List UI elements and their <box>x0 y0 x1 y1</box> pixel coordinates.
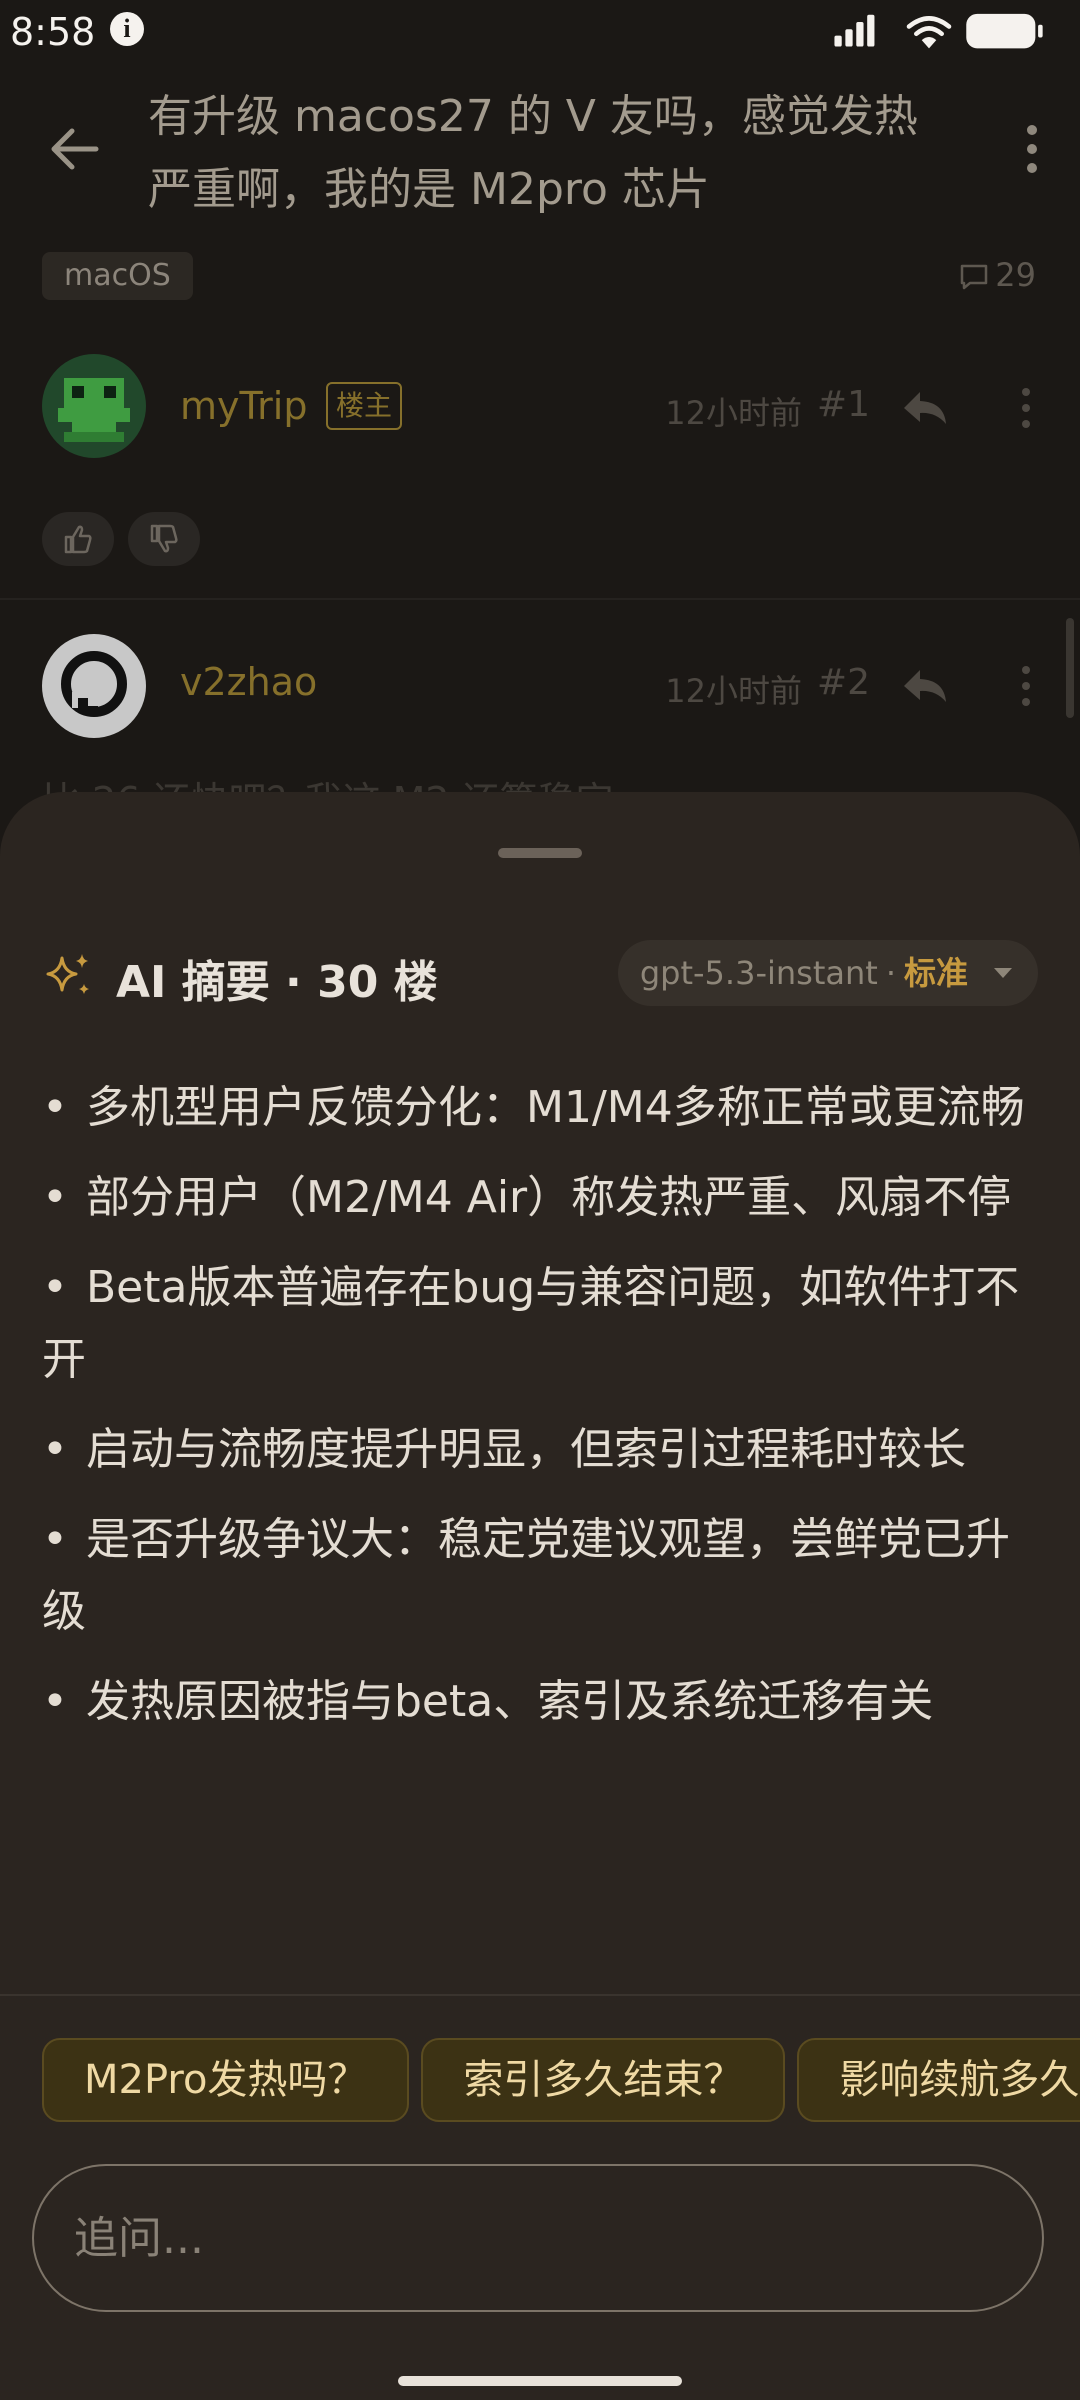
summary-text: Beta版本普遍存在bug与兼容问题，如软件打不开 <box>42 1262 1020 1385</box>
floor-number: #1 <box>816 384 870 425</box>
follow-up-input[interactable] <box>32 2164 1044 2312</box>
thumbs-up-icon <box>64 525 92 554</box>
ai-summary-title: AI 摘要 · 30 楼 <box>116 957 438 1008</box>
status-icons <box>834 13 1043 49</box>
bullet: • <box>42 1082 68 1133</box>
thumbs-down-icon <box>150 524 178 553</box>
summary-item: • 部分用户（M2/M4 Air）称发热严重、风扇不停 <box>42 1162 1042 1234</box>
reply-count-value: 29 <box>995 256 1036 294</box>
summary-text: 多机型用户反馈分化：M1/M4多称正常或更流畅 <box>86 1082 1025 1133</box>
summary-text: 发热原因被指与beta、索引及系统迁移有关 <box>86 1676 934 1727</box>
bullet: • <box>42 1676 68 1727</box>
back-arrow-icon[interactable] <box>42 116 108 182</box>
thumbs-down-button[interactable] <box>128 512 200 566</box>
bullet: • <box>42 1262 68 1313</box>
bullet: • <box>42 1424 68 1475</box>
summary-item: • 发热原因被指与beta、索引及系统迁移有关 <box>42 1666 1042 1738</box>
model-mode: 标准 <box>903 954 968 992</box>
suggestion-chip[interactable]: M2Pro发热吗？ <box>42 2038 410 2122</box>
model-separator: · <box>885 954 896 992</box>
scrollbar[interactable] <box>1066 618 1074 718</box>
summary-item: • 多机型用户反馈分化：M1/M4多称正常或更流畅 <box>42 1072 1042 1144</box>
post-time: 12小时前 <box>665 394 802 432</box>
post-time: 12小时前 <box>665 672 802 710</box>
summary-text: 部分用户（M2/M4 Air）称发热严重、风扇不停 <box>86 1172 1012 1223</box>
avatar[interactable] <box>42 354 146 458</box>
model-selector[interactable]: gpt-5.3-instant · 标准 <box>617 940 1038 1006</box>
sheet-divider <box>0 1994 1080 1996</box>
pixel-circle-avatar-icon <box>42 634 146 738</box>
wifi-icon <box>906 16 952 49</box>
node-tag[interactable]: macOS <box>42 252 193 300</box>
suggestion-chips: M2Pro发热吗？索引多久结束？影响续航多久？ <box>42 2038 1080 2122</box>
status-bar: 8:58 i <box>0 0 1080 66</box>
more-vert-icon[interactable] <box>1016 386 1036 430</box>
more-vert-icon[interactable] <box>1004 116 1060 182</box>
floor-number: #2 <box>816 662 870 703</box>
ai-summary-sheet: AI 摘要 · 30 楼 gpt-5.3-instant · 标准 • 多机型用户反馈… <box>0 792 1080 2400</box>
more-vert-icon[interactable] <box>1016 664 1036 708</box>
status-time: 8:58 <box>10 10 96 54</box>
model-name: gpt-5.3-instant <box>639 954 878 992</box>
summary-item: • 启动与流畅度提升明显，但索引过程耗时较长 <box>42 1414 1042 1486</box>
reply-icon[interactable] <box>900 388 950 428</box>
cellular-signal-icon <box>834 14 875 47</box>
avatar[interactable] <box>42 634 146 738</box>
suggestion-chip[interactable]: 影响续航多久？ <box>797 2038 1080 2122</box>
pixel-frog-avatar-icon <box>42 354 146 458</box>
info-icon: i <box>110 12 144 46</box>
drag-handle[interactable] <box>498 848 582 858</box>
thumbs-up-button[interactable] <box>42 512 114 566</box>
topic-title: 有升级 macos27 的 V 友吗，感觉发热严重啊，我的是 M2pro 芯片 <box>148 91 918 215</box>
summary-text: 是否升级争议大：稳定党建议观望，尝鲜党已升级 <box>42 1514 1010 1637</box>
bullet: • <box>42 1514 68 1565</box>
sparkle-icon <box>46 954 89 994</box>
summary-item: • 是否升级争议大：稳定党建议观望，尝鲜党已升级 <box>42 1504 1042 1648</box>
summary-list: • 多机型用户反馈分化：M1/M4多称正常或更流畅 • 部分用户（M2/M4 Air… <box>42 1072 1042 1756</box>
summary-text: 启动与流畅度提升明显，但索引过程耗时较长 <box>86 1424 966 1475</box>
battery-icon <box>966 13 1043 49</box>
post-divider <box>0 598 1080 600</box>
home-indicator[interactable] <box>398 2376 682 2386</box>
username[interactable]: myTrip <box>180 384 307 428</box>
reply-count: 29 <box>959 256 1036 296</box>
reply-icon[interactable] <box>900 666 950 706</box>
suggestion-chip[interactable]: 索引多久结束？ <box>421 2038 786 2122</box>
comment-icon <box>961 264 988 290</box>
summary-item: • Beta版本普遍存在bug与兼容问题，如软件打不开 <box>42 1252 1042 1396</box>
username[interactable]: v2zhao <box>180 660 317 704</box>
bullet: • <box>42 1172 68 1223</box>
op-badge: 楼主 <box>326 382 403 430</box>
dropdown-caret-icon <box>994 968 1012 978</box>
